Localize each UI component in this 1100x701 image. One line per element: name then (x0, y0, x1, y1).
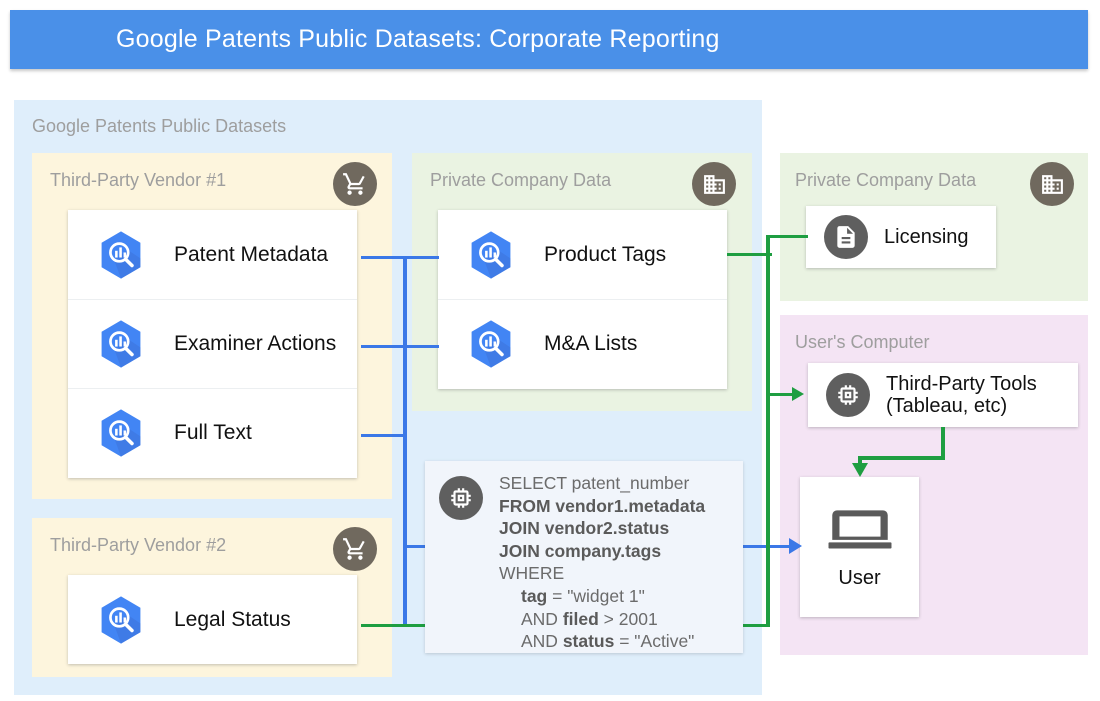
connector-tools-across (858, 456, 945, 460)
shopping-cart-icon (333, 527, 377, 571)
list-item-label: Patent Metadata (174, 242, 329, 266)
connector-green-bus (766, 235, 770, 627)
node-third-party-tools[interactable]: Third-Party Tools (Tableau, etc) (808, 363, 1078, 427)
dataset-card-vendor1: Patent Metadata Examiner Actions Full Te… (68, 210, 357, 478)
sql-query-block[interactable]: SELECT patent_number FROM vendor1.metadat… (425, 461, 743, 653)
arrowhead-to-tools (792, 387, 804, 401)
connector-to-sql (405, 545, 427, 548)
container-third-party-vendor-1: Third-Party Vendor #1 Patent Metadata Ex… (32, 153, 392, 499)
document-icon (824, 215, 868, 259)
diagram-canvas: Google Patents Public Datasets: Corporat… (0, 0, 1100, 701)
sql-line: AND status = "Active" (521, 631, 695, 652)
list-item-label: M&A Lists (544, 332, 638, 355)
node-licensing-label: Licensing (884, 225, 969, 248)
list-item[interactable]: Examiner Actions (68, 299, 357, 388)
arrowhead-sql-to-user (789, 538, 802, 554)
container-label-users-computer: User's Computer (795, 332, 930, 352)
list-item[interactable]: Legal Status (68, 575, 357, 664)
list-item[interactable]: Patent Metadata (68, 210, 357, 299)
bigquery-icon (94, 228, 148, 282)
dataset-card-vendor2: Legal Status (68, 575, 357, 664)
sql-query-text: SELECT patent_number FROM vendor1.metadat… (499, 472, 705, 653)
chip-icon (826, 373, 870, 417)
bigquery-icon (464, 317, 518, 371)
connector-to-ma-lists (405, 345, 439, 348)
sql-line: WHERE (499, 563, 565, 584)
shopping-cart-icon (333, 162, 377, 206)
list-item-label: Legal Status (174, 607, 291, 631)
node-user[interactable]: User (800, 477, 919, 617)
bigquery-icon (94, 406, 148, 460)
container-label-private-right: Private Company Data (795, 170, 977, 190)
bigquery-icon (94, 593, 148, 647)
connector-tools-down (941, 427, 945, 459)
sql-line: AND filed > 2001 (521, 608, 658, 629)
dataset-card-private-mid: Product Tags M&A Lists (438, 210, 727, 389)
list-item[interactable]: Product Tags (438, 210, 727, 299)
sql-line: JOIN vendor2.status (499, 518, 670, 539)
container-label-vendor1: Third-Party Vendor #1 (50, 170, 227, 190)
node-licensing[interactable]: Licensing (806, 206, 996, 268)
chip-icon (439, 476, 483, 520)
node-user-label: User (838, 567, 881, 589)
connector-to-product-tags (405, 256, 439, 259)
bigquery-icon (94, 317, 148, 371)
bigquery-icon (464, 228, 518, 282)
connector-full-text (361, 434, 405, 437)
list-item[interactable]: M&A Lists (438, 299, 727, 388)
connector-patent-metadata (361, 256, 405, 259)
sql-line: JOIN company.tags (499, 540, 662, 561)
container-third-party-vendor-2: Third-Party Vendor #2 Legal Status (32, 518, 392, 677)
container-label-vendor2: Third-Party Vendor #2 (50, 535, 227, 555)
office-building-icon (1030, 162, 1074, 206)
sql-line: tag = "widget 1" (521, 585, 645, 606)
list-item-label: Product Tags (544, 242, 667, 266)
list-item[interactable]: Full Text (68, 388, 357, 477)
page-title: Google Patents Public Datasets: Corporat… (116, 25, 720, 53)
sql-line: FROM vendor1.metadata (499, 495, 706, 516)
sql-line: SELECT patent_number (499, 473, 690, 493)
connector-to-licensing (768, 235, 808, 238)
connector-blue-bus (403, 256, 407, 627)
office-building-icon (692, 162, 736, 206)
container-label-private-mid: Private Company Data (430, 170, 612, 190)
node-third-party-tools-label: Third-Party Tools (Tableau, etc) (886, 372, 1037, 417)
page-title-bar: Google Patents Public Datasets: Corporat… (10, 10, 1088, 69)
container-private-company-data-mid: Private Company Data Product Tags M&A Li… (412, 153, 752, 411)
container-label-gpd: Google Patents Public Datasets (32, 116, 287, 136)
arrowhead-tools-to-user (852, 463, 868, 477)
list-item-label: Examiner Actions (174, 332, 337, 355)
connector-examiner-actions (361, 345, 405, 348)
list-item-label: Full Text (174, 421, 252, 444)
laptop-icon (824, 504, 896, 561)
connector-to-tools (768, 393, 794, 396)
